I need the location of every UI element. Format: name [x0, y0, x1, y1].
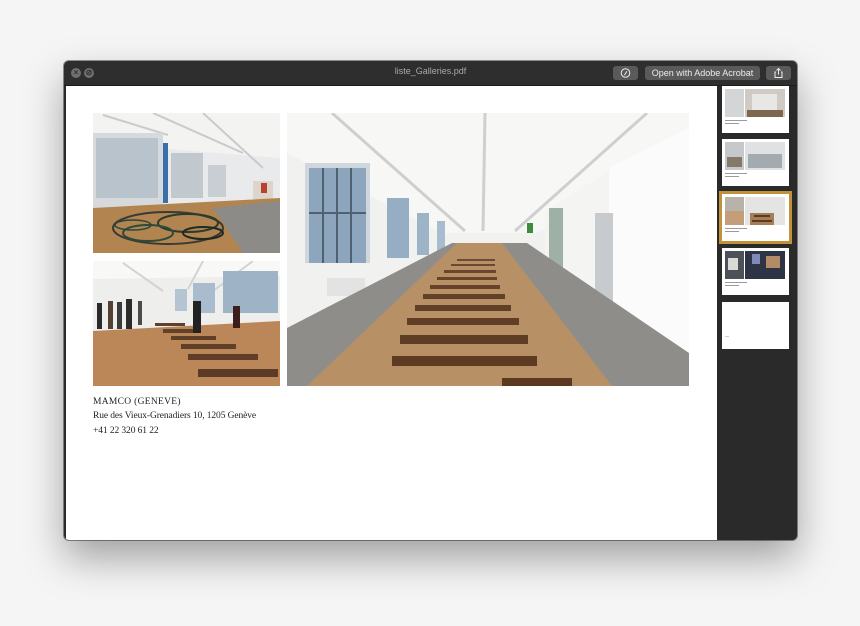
pdf-page: MAMCO (GENEVE) Rue des Vieux-Grenadiers … — [66, 86, 717, 540]
gallery-phone: +41 22 320 61 22 — [93, 426, 159, 436]
gallery-photo-visitors — [93, 261, 280, 386]
markup-pen-icon — [620, 68, 631, 78]
gallery-name: MAMCO (GENEVE) — [93, 397, 181, 407]
title-bar: × ⊘ liste_Galleries.pdf Open with Adobe … — [64, 61, 797, 86]
quicklook-window: × ⊘ liste_Galleries.pdf Open with Adobe … — [64, 61, 797, 540]
page-thumbnail-2[interactable] — [722, 139, 789, 186]
markup-button[interactable] — [613, 66, 638, 80]
share-icon — [774, 68, 783, 78]
gallery-photo-hall — [287, 113, 689, 386]
page-thumbnail-sidebar — [717, 86, 797, 540]
gallery-photo-cables — [93, 113, 280, 253]
page-thumbnail-5[interactable] — [722, 302, 789, 349]
page-thumbnail-3[interactable] — [719, 191, 792, 244]
share-button[interactable] — [766, 66, 791, 80]
page-thumbnail-4[interactable] — [722, 248, 789, 295]
gallery-address: Rue des Vieux-Grenadiers 10, 1205 Genève — [93, 411, 257, 421]
open-with-acrobat-button[interactable]: Open with Adobe Acrobat — [645, 66, 760, 80]
page-thumbnail-1[interactable] — [722, 86, 789, 133]
